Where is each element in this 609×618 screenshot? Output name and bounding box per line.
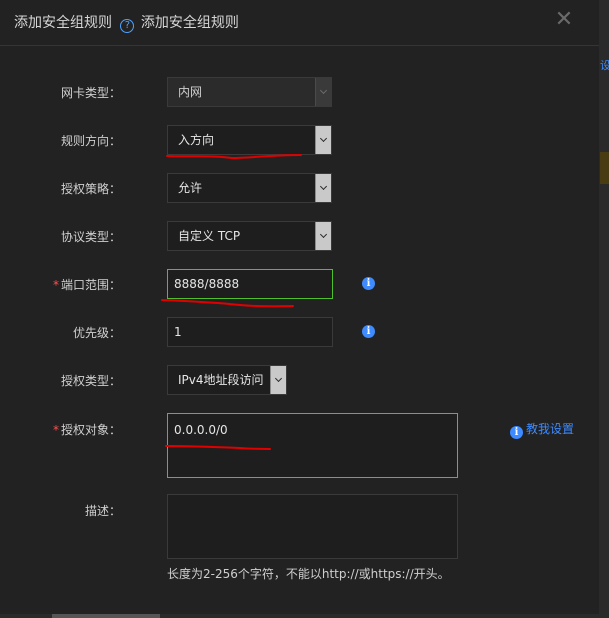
help-link[interactable]: 添加安全组规则 [141,15,239,31]
priority-value: 1 [174,325,182,339]
protocol-label: 协议类型： [60,230,121,244]
auth-target-label: * 授权对象： [53,422,121,438]
description-label: 描述： [84,504,121,518]
auth-target-textarea[interactable]: 0.0.0.0/0 [167,413,458,478]
annotation-underline-direction [166,154,302,160]
background-page-highlight [600,152,609,184]
policy-label: 授权策略： [60,182,121,196]
priority-input[interactable]: 1 [167,317,333,347]
required-mark: * [52,278,59,292]
auth-type-select[interactable]: IPv4地址段访问 [167,365,287,395]
port-range-label: * 端口范围： [53,277,121,293]
chevron-down-icon[interactable] [315,174,331,202]
direction-value: 入方向 [178,133,215,147]
teach-me-label: 教我设置 [526,422,575,436]
chevron-down-icon [315,78,331,106]
teach-me-link[interactable]: i 教我设置 [510,421,574,439]
dialog-header: 添加安全组规则 ? 添加安全组规则 ✕ [0,0,599,46]
auth-type-label: 授权类型： [60,374,121,388]
dialog-title-text: 添加安全组规则 [14,15,112,31]
port-range-value: 8888/8888 [174,277,240,291]
info-icon[interactable]: i [362,277,375,290]
chevron-down-icon[interactable] [270,366,286,394]
port-range-input[interactable]: 8888/8888 [167,269,333,299]
required-mark: * [52,423,59,437]
description-hint: 长度为2-256个字符，不能以http://或https://开头。 [167,567,450,581]
scrollbar-thumb[interactable] [52,614,160,618]
direction-select[interactable]: 入方向 [167,125,332,155]
page: 添加安全组规则 ? 添加安全组规则 ✕ 网卡类型： 内网 规则方向： 入方向 授… [0,0,609,618]
dialog-title: 添加安全组规则 ? 添加安全组规则 [14,14,239,33]
close-icon[interactable]: ✕ [552,8,576,32]
port-range-label-text: 端口范围： [60,278,121,292]
auth-target-label-text: 授权对象： [60,423,121,437]
policy-value: 允许 [178,181,203,195]
protocol-select[interactable]: 自定义 TCP [167,221,332,251]
direction-label: 规则方向： [60,134,121,148]
background-page-edge [599,0,609,618]
background-page-text: 设 [600,59,609,72]
nic-type-value: 内网 [178,85,203,99]
policy-select[interactable]: 允许 [167,173,332,203]
protocol-value: 自定义 TCP [178,229,241,243]
auth-type-value: IPv4地址段访问 [178,373,264,387]
priority-label: 优先级： [72,326,121,340]
nic-type-label: 网卡类型： [60,86,121,100]
question-icon[interactable]: ? [120,19,135,33]
info-icon: i [510,426,523,439]
chevron-down-icon[interactable] [315,126,331,154]
horizontal-scrollbar[interactable] [0,614,599,618]
annotation-underline-port [161,299,294,308]
nic-type-select[interactable]: 内网 [167,77,332,107]
description-textarea[interactable] [167,494,458,559]
info-icon[interactable]: i [362,325,375,338]
add-security-group-rule-dialog: 添加安全组规则 ? 添加安全组规则 ✕ 网卡类型： 内网 规则方向： 入方向 授… [0,0,600,618]
chevron-down-icon[interactable] [315,222,331,250]
auth-target-value: 0.0.0.0/0 [174,423,228,437]
